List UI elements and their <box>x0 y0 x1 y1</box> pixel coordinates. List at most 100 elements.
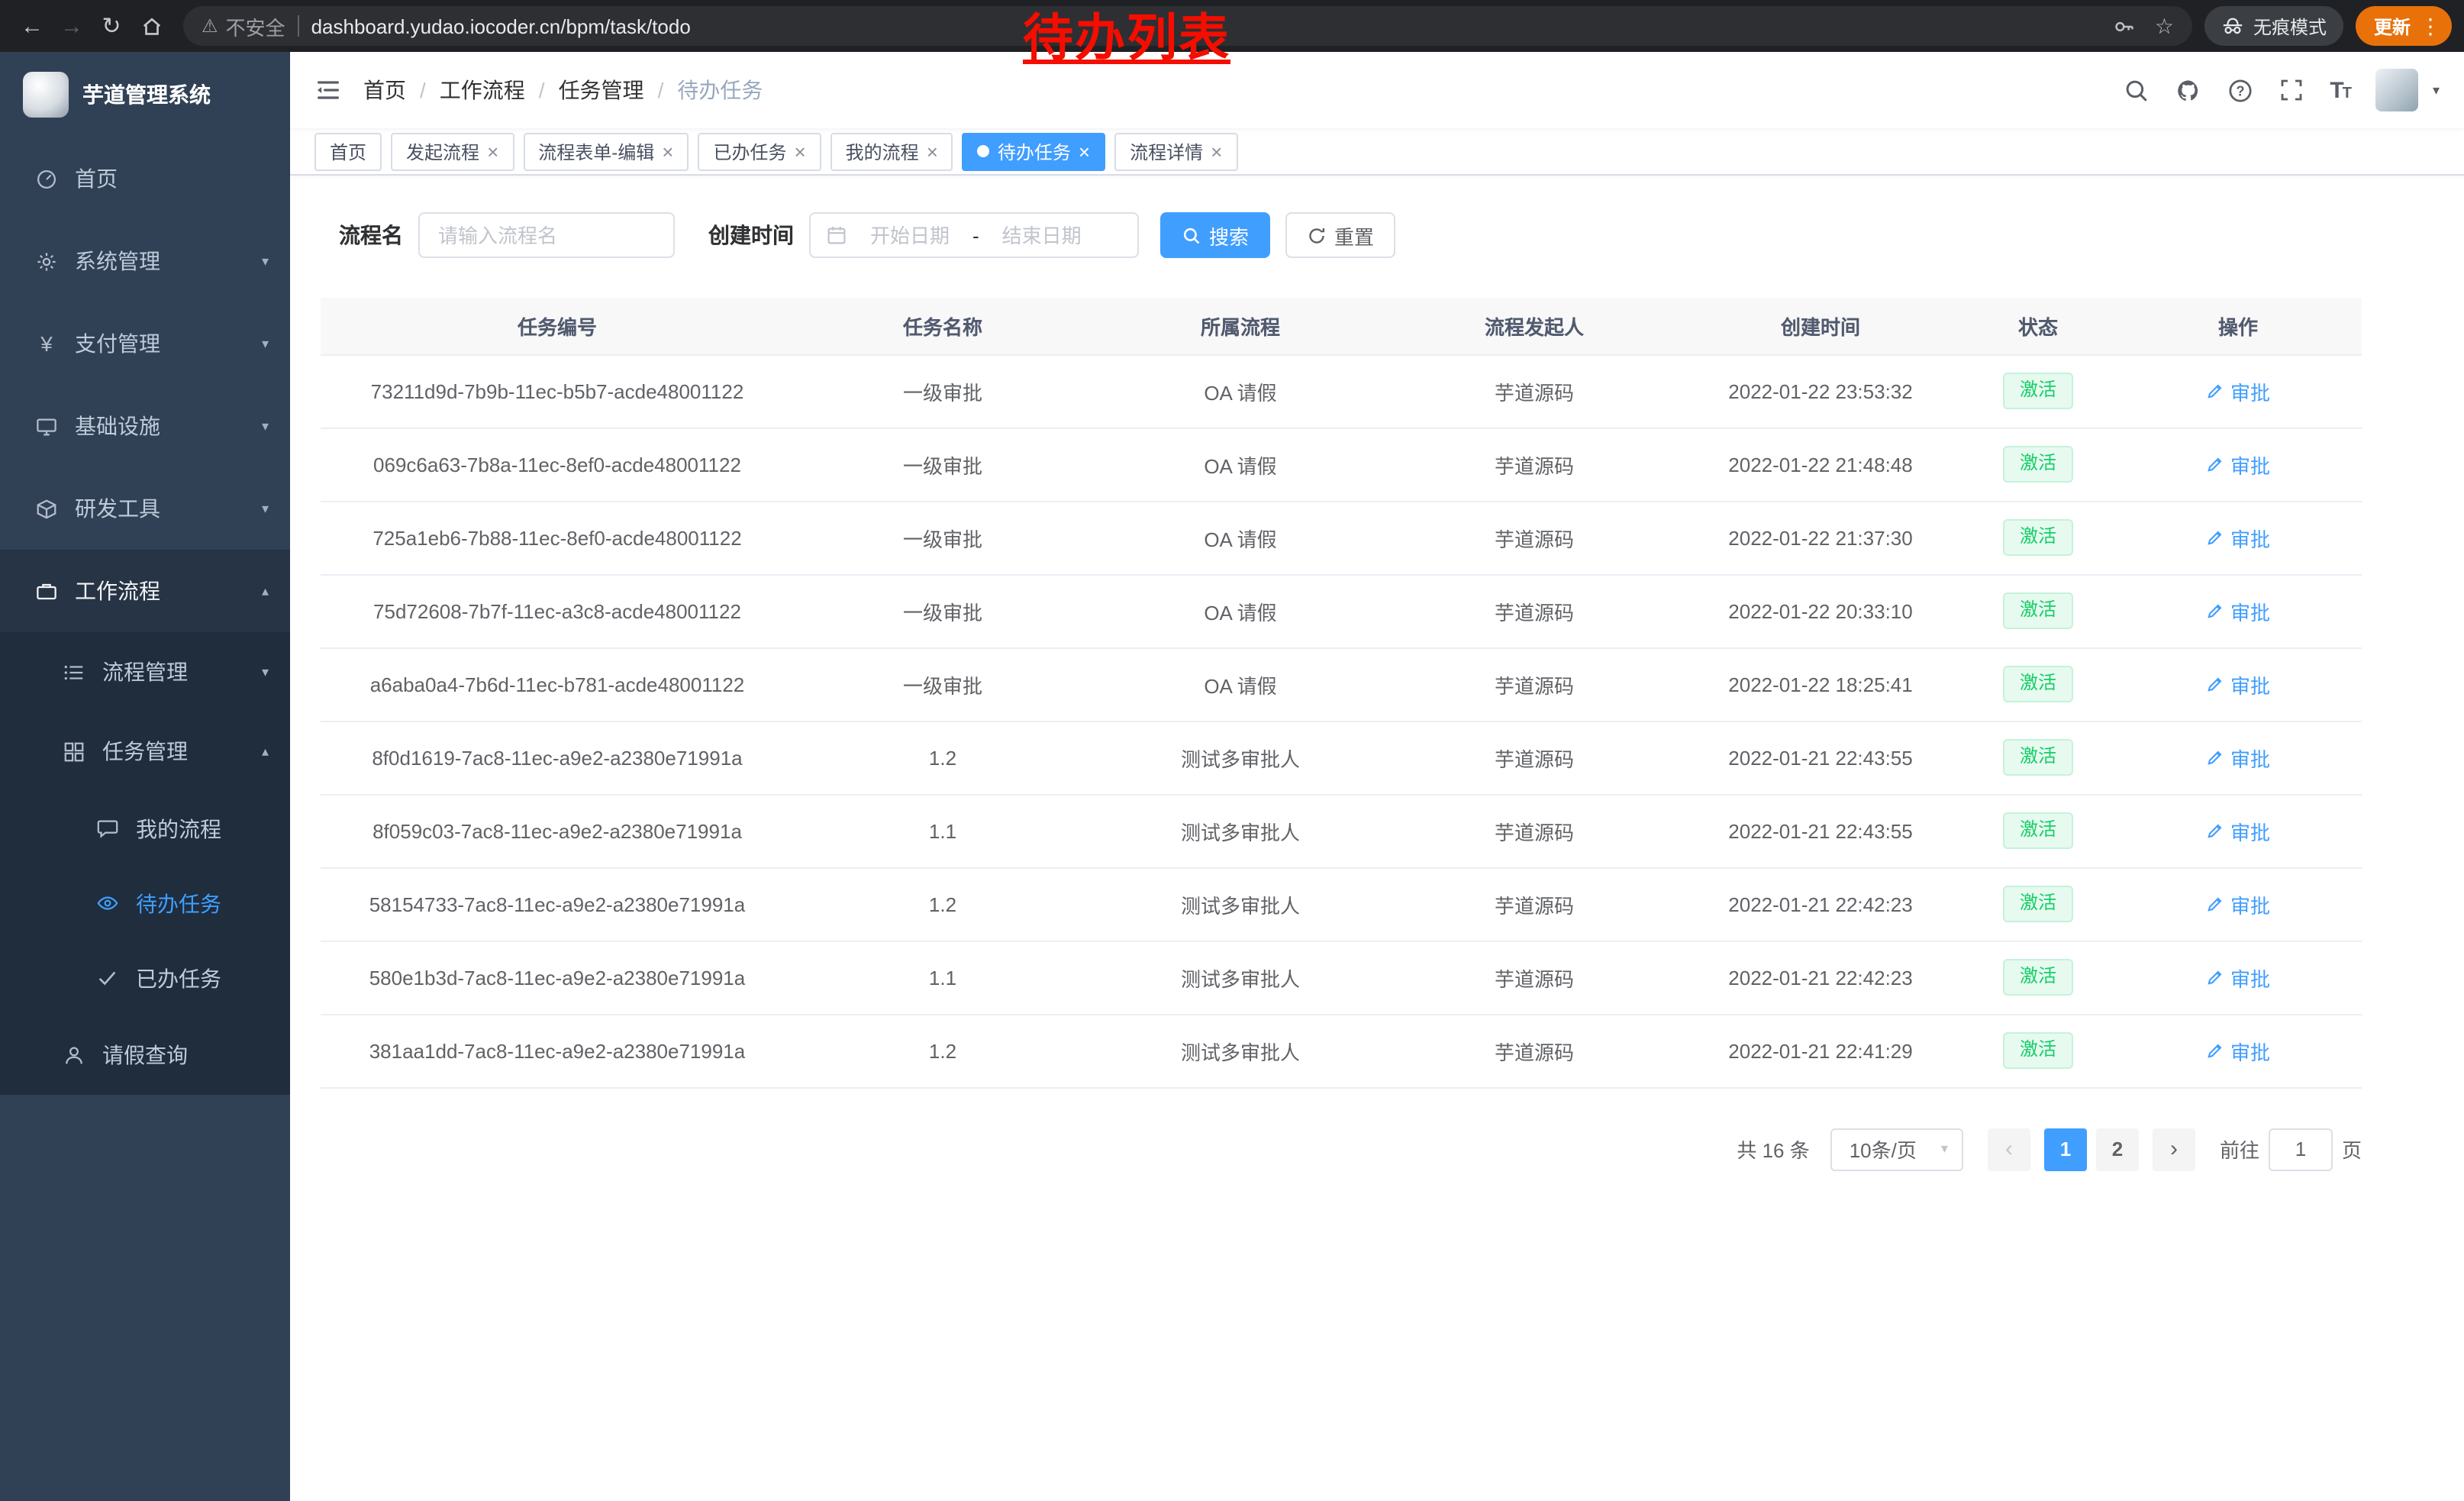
font-size-icon[interactable]: TT <box>2330 77 2350 103</box>
tab-流程详情[interactable]: 流程详情 × <box>1114 132 1237 170</box>
prev-page-button[interactable]: ‹ <box>1988 1128 2030 1170</box>
page-unit-label: 页 <box>2342 1135 2362 1164</box>
pencil-icon <box>2206 895 2224 913</box>
sidebar-item-leave-query[interactable]: 请假查询 <box>0 1015 290 1095</box>
approve-link[interactable]: 审批 <box>2206 816 2270 845</box>
tab-流程表单-编辑[interactable]: 流程表单-编辑× <box>523 132 689 170</box>
browser-refresh-button[interactable]: ↻ <box>92 6 131 46</box>
initiator: 芋道源码 <box>1389 354 1679 428</box>
security-warning-icon[interactable]: ⚠ <box>202 15 218 37</box>
sidebar-toggle-icon[interactable] <box>314 76 342 104</box>
sidebar-item-pay[interactable]: ¥ 支付管理 ▾ <box>0 302 290 385</box>
approve-link[interactable]: 审批 <box>2206 596 2270 625</box>
approve-link[interactable]: 审批 <box>2206 889 2270 918</box>
sidebar-item-my-process[interactable]: 我的流程 <box>0 791 290 866</box>
approve-link[interactable]: 审批 <box>2206 523 2270 552</box>
help-icon[interactable]: ? <box>2227 77 2253 103</box>
start-date-input[interactable] <box>853 222 966 248</box>
navbar-actions: ? TT ▾ <box>2124 69 2440 111</box>
bookmark-star-icon[interactable]: ☆ <box>2155 13 2174 39</box>
pagination: 共 16 条 10条/页 ▾ ‹ 12 › 前往 页 <box>321 1128 2362 1170</box>
date-range-picker[interactable]: - <box>809 212 1139 258</box>
tab-close-icon[interactable]: × <box>927 141 938 161</box>
address-bar[interactable]: ⚠ 不安全 dashboard.yudao.iocoder.cn/bpm/tas… <box>183 6 2192 46</box>
column-header: 任务编号 <box>321 298 794 354</box>
github-icon[interactable] <box>2175 77 2201 103</box>
tab-close-icon[interactable]: × <box>487 141 498 161</box>
sidebar-item-label: 系统管理 <box>75 246 262 276</box>
next-page-button[interactable]: › <box>2153 1128 2195 1170</box>
chat-icon <box>95 815 121 841</box>
approve-link[interactable]: 审批 <box>2206 450 2270 479</box>
created-time: 2022-01-22 23:53:32 <box>1679 354 1962 428</box>
process-name: 测试多审批人 <box>1092 1014 1389 1087</box>
tab-我的流程[interactable]: 我的流程× <box>830 132 953 170</box>
tab-已办任务[interactable]: 已办任务× <box>698 132 821 170</box>
browser-forward-button[interactable]: → <box>52 6 92 46</box>
search-icon[interactable] <box>2124 77 2150 103</box>
tab-close-icon[interactable]: × <box>794 141 805 161</box>
browser-back-button[interactable]: ← <box>12 6 52 46</box>
created-time: 2022-01-22 21:37:30 <box>1679 501 1962 574</box>
created-time: 2022-01-22 21:48:48 <box>1679 428 1962 501</box>
search-button[interactable]: 搜索 <box>1160 212 1270 258</box>
approve-link[interactable]: 审批 <box>2206 1036 2270 1065</box>
sidebar-item-home[interactable]: 首页 <box>0 137 290 220</box>
action-cell: 审批 <box>2114 501 2362 574</box>
column-header: 创建时间 <box>1679 298 1962 354</box>
url-text: dashboard.yudao.iocoder.cn/bpm/task/todo <box>311 15 691 37</box>
page-number-button[interactable]: 2 <box>2096 1128 2139 1170</box>
gear-icon <box>34 248 60 274</box>
sidebar-item-task-mgmt[interactable]: 任务管理 ▴ <box>0 712 290 791</box>
tab-待办任务[interactable]: 待办任务 × <box>963 132 1105 170</box>
filter-bar: 流程名 创建时间 - 搜索 重置 <box>339 212 2464 258</box>
sidebar-item-done-task[interactable]: 已办任务 <box>0 941 290 1015</box>
breadcrumb-item[interactable]: 任务管理 <box>559 75 644 105</box>
refresh-icon <box>1307 225 1327 245</box>
tab-label: 待办任务 <box>998 138 1071 164</box>
breadcrumb-item[interactable]: 首页 <box>363 75 406 105</box>
task-id: 73211d9d-7b9b-11ec-b5b7-acde48001122 <box>321 354 794 428</box>
tab-close-icon[interactable]: × <box>1211 141 1222 161</box>
approve-link[interactable]: 审批 <box>2206 670 2270 699</box>
goto-page-input[interactable] <box>2269 1128 2333 1170</box>
user-avatar[interactable] <box>2376 69 2419 111</box>
status-badge: 激活 <box>2003 739 2073 775</box>
breadcrumb-item[interactable]: 工作流程 <box>440 75 525 105</box>
approve-link[interactable]: 审批 <box>2206 376 2270 405</box>
fullscreen-icon[interactable] <box>2279 78 2304 102</box>
sidebar-item-dev[interactable]: 研发工具 ▾ <box>0 467 290 550</box>
status-cell: 激活 <box>1962 941 2114 1014</box>
update-button[interactable]: 更新 ⋮ <box>2356 6 2452 46</box>
svg-text:?: ? <box>2237 82 2245 98</box>
sidebar-item-process-mgmt[interactable]: 流程管理 ▾ <box>0 632 290 712</box>
reset-button[interactable]: 重置 <box>1285 212 1395 258</box>
tab-close-icon[interactable]: × <box>662 141 673 161</box>
person-icon <box>61 1042 87 1068</box>
tab-首页[interactable]: 首页 <box>314 132 382 170</box>
tab-close-icon[interactable]: × <box>1079 141 1090 161</box>
sidebar-item-infra[interactable]: 基础设施 ▾ <box>0 385 290 467</box>
chevron-down-icon: ▾ <box>1941 1141 1948 1157</box>
sidebar-item-workflow[interactable]: 工作流程 ▴ <box>0 550 290 632</box>
key-icon[interactable] <box>2114 15 2137 37</box>
initiator: 芋道源码 <box>1389 794 1679 867</box>
process-name-input[interactable] <box>418 212 675 258</box>
page-size-select[interactable]: 10条/页 ▾ <box>1831 1128 1963 1170</box>
pencil-icon <box>2206 382 2224 400</box>
sidebar-item-system[interactable]: 系统管理 ▾ <box>0 220 290 302</box>
approve-link[interactable]: 审批 <box>2206 963 2270 992</box>
sidebar-item-todo-task[interactable]: 待办任务 <box>0 866 290 941</box>
sidebar-item-label: 请假查询 <box>102 1040 269 1070</box>
tab-label: 流程详情 <box>1130 138 1203 164</box>
approve-link-label: 审批 <box>2230 523 2270 552</box>
page-number-button[interactable]: 1 <box>2044 1128 2087 1170</box>
menu-kebab-icon[interactable]: ⋮ <box>2420 13 2441 39</box>
status-badge: 激活 <box>2003 959 2073 995</box>
avatar-caret-icon[interactable]: ▾ <box>2433 82 2440 98</box>
approve-link[interactable]: 审批 <box>2206 743 2270 772</box>
browser-home-button[interactable] <box>131 6 171 46</box>
tab-发起流程[interactable]: 发起流程× <box>391 132 514 170</box>
created-time: 2022-01-22 20:33:10 <box>1679 574 1962 647</box>
end-date-input[interactable] <box>985 222 1098 248</box>
